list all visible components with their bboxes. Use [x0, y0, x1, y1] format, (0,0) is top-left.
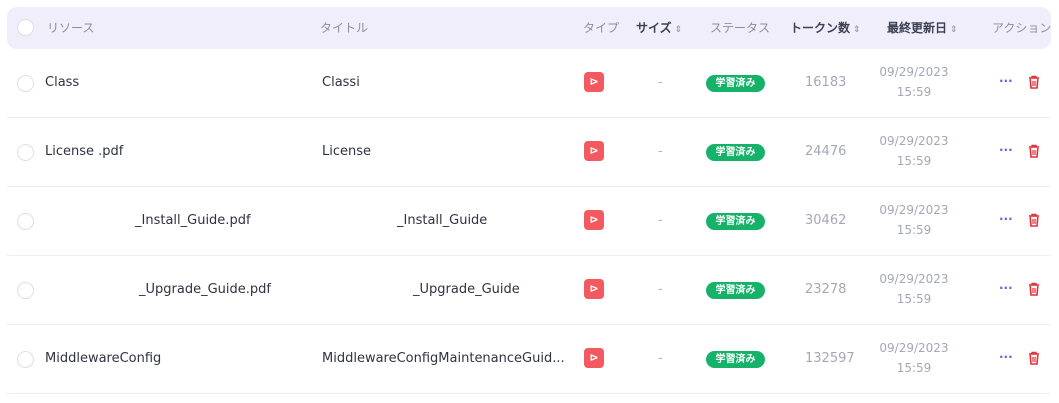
resource-name[interactable]: Class — [45, 75, 79, 90]
updated-date-time: 15:59 — [896, 85, 932, 99]
resource-title: MiddlewareConfigMaintenanceGuid... — [322, 351, 565, 366]
select-all-checkbox[interactable] — [17, 19, 34, 36]
size-value: - — [658, 282, 663, 297]
table-row[interactable]: License .pdf License ⊳ - 学習済み 24476 09/2… — [7, 118, 1051, 187]
row-checkbox[interactable] — [17, 144, 34, 161]
size-value: - — [658, 144, 663, 159]
status-badge: 学習済み — [706, 75, 765, 92]
pdf-icon: ⊳ — [584, 279, 604, 299]
updated-date-time: 15:59 — [896, 292, 932, 306]
status-badge: 学習済み — [706, 144, 765, 161]
updated-date-time: 15:59 — [896, 361, 932, 375]
trash-icon[interactable] — [1027, 212, 1041, 228]
row-checkbox[interactable] — [17, 351, 34, 368]
updated-date: 09/29/2023 15:59 — [877, 131, 951, 171]
table-row[interactable]: _Install_Guide.pdf _Install_Guide ⊳ - 学習… — [7, 187, 1051, 256]
token-count: 16183 — [805, 75, 847, 90]
status-badge: 学習済み — [706, 351, 765, 368]
header-updated[interactable]: 最終更新日 ⇕ — [887, 7, 958, 49]
sort-icon: ⇕ — [853, 25, 861, 35]
resource-title: _Upgrade_Guide — [413, 282, 520, 297]
more-actions-icon[interactable]: ··· — [999, 350, 1013, 364]
updated-date: 09/29/2023 15:59 — [877, 269, 951, 309]
resource-title: License — [322, 144, 372, 159]
updated-date-day: 09/29/2023 — [879, 65, 949, 79]
more-actions-icon[interactable]: ··· — [999, 281, 1013, 295]
size-value: - — [658, 213, 663, 228]
pdf-icon: ⊳ — [584, 210, 604, 230]
table-row[interactable]: MiddlewareConfig MiddlewareConfigMainten… — [7, 325, 1051, 394]
pdf-icon: ⊳ — [584, 348, 604, 368]
table-row[interactable]: _Upgrade_Guide.pdf _Upgrade_Guide ⊳ - 学習… — [7, 256, 1051, 325]
trash-icon[interactable] — [1027, 350, 1041, 366]
header-size[interactable]: サイズ ⇕ — [636, 7, 682, 49]
header-tokens[interactable]: トークン数 ⇕ — [790, 7, 861, 49]
size-value: - — [658, 75, 663, 90]
row-checkbox[interactable] — [17, 75, 34, 92]
updated-date-day: 09/29/2023 — [879, 203, 949, 217]
table-row[interactable]: Class Classi ⊳ - 学習済み 16183 09/29/2023 1… — [7, 49, 1051, 118]
resource-title: _Install_Guide — [397, 213, 488, 228]
resource-name[interactable]: MiddlewareConfig — [45, 351, 161, 366]
updated-date-day: 09/29/2023 — [879, 134, 949, 148]
more-actions-icon[interactable]: ··· — [999, 143, 1013, 157]
header-tokens-label: トークン数 — [790, 21, 851, 35]
more-actions-icon[interactable]: ··· — [999, 212, 1013, 226]
header-size-label: サイズ — [636, 21, 672, 35]
updated-date-day: 09/29/2023 — [879, 272, 949, 286]
updated-date: 09/29/2023 15:59 — [877, 200, 951, 240]
header-updated-label: 最終更新日 — [887, 21, 948, 35]
trash-icon[interactable] — [1027, 74, 1041, 90]
resource-title: Classi — [322, 75, 360, 90]
resource-name[interactable]: License .pdf — [45, 144, 123, 159]
more-actions-icon[interactable]: ··· — [999, 74, 1013, 88]
updated-date-time: 15:59 — [896, 154, 932, 168]
resource-name[interactable]: _Upgrade_Guide.pdf — [139, 282, 271, 297]
row-checkbox[interactable] — [17, 213, 34, 230]
token-count: 23278 — [805, 282, 847, 297]
table-header: リソース タイトル タイプ サイズ ⇕ ステータス トークン数 ⇕ 最終更新日 ⇕ ア… — [7, 7, 1051, 49]
sort-icon: ⇕ — [950, 25, 958, 35]
updated-date: 09/29/2023 15:59 — [877, 62, 951, 102]
header-resource: リソース — [47, 21, 95, 35]
trash-icon[interactable] — [1027, 281, 1041, 297]
trash-icon[interactable] — [1027, 143, 1041, 159]
resource-table: リソース タイトル タイプ サイズ ⇕ ステータス トークン数 ⇕ 最終更新日 ⇕ ア… — [7, 7, 1051, 394]
status-badge: 学習済み — [706, 213, 765, 230]
pdf-icon: ⊳ — [584, 141, 604, 161]
header-status: ステータス — [710, 21, 771, 35]
pdf-icon: ⊳ — [584, 72, 604, 92]
header-title: タイトル — [320, 21, 369, 35]
size-value: - — [658, 351, 663, 366]
resource-name[interactable]: _Install_Guide.pdf — [135, 213, 251, 228]
header-type: タイプ — [583, 21, 620, 35]
header-actions: アクション — [992, 21, 1052, 35]
row-checkbox[interactable] — [17, 282, 34, 299]
updated-date-time: 15:59 — [896, 223, 932, 237]
token-count: 30462 — [805, 213, 847, 228]
updated-date-day: 09/29/2023 — [879, 341, 949, 355]
updated-date: 09/29/2023 15:59 — [877, 338, 951, 378]
status-badge: 学習済み — [706, 282, 765, 299]
token-count: 132597 — [805, 351, 855, 366]
token-count: 24476 — [805, 144, 847, 159]
sort-icon: ⇕ — [674, 25, 683, 35]
